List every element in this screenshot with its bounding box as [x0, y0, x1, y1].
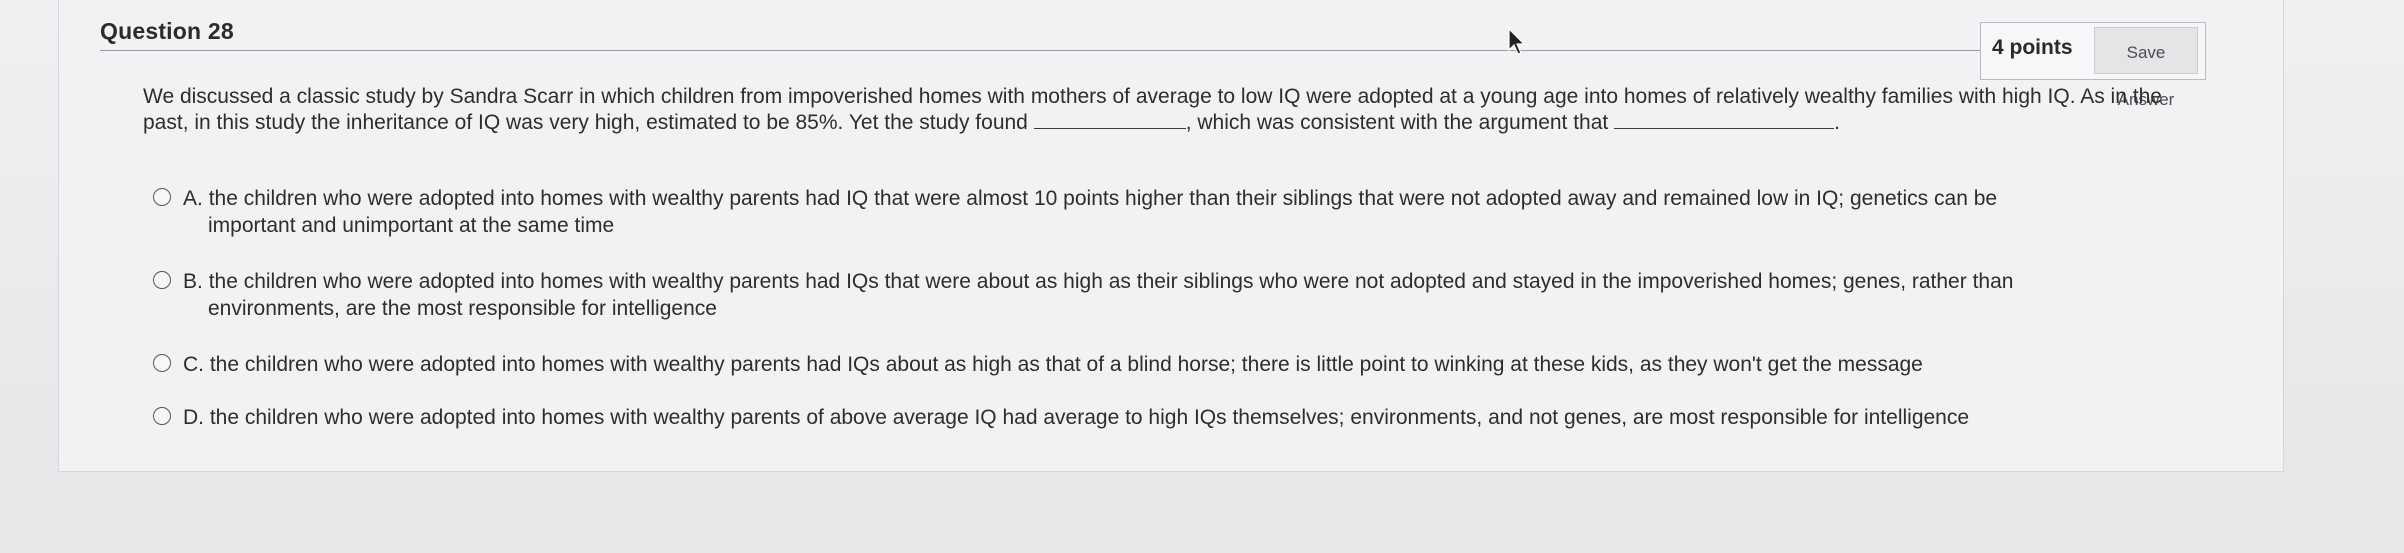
choice-line-1: the children who were adopted into homes…: [209, 406, 1970, 429]
prompt-text-part2: , which was consistent with the argument…: [1185, 111, 1615, 134]
choice-text: B. the children who were adopted into ho…: [183, 268, 2173, 322]
choice-text: C. the children who were adopted into ho…: [183, 351, 2173, 378]
radio-unselected-icon[interactable]: [153, 188, 171, 206]
save-answer-button[interactable]: Save Answer: [2094, 27, 2198, 109]
choice-line-1: the children who were adopted into homes…: [208, 187, 1998, 210]
mouse-pointer-icon: [1508, 28, 1526, 55]
lower-panel: [0, 472, 2404, 553]
choice-line-1: the children who were adopted into homes…: [209, 353, 1923, 376]
radio-unselected-icon[interactable]: [153, 271, 171, 289]
question-prompt: We discussed a classic study by Sandra S…: [143, 84, 2203, 136]
choice-letter: C.: [183, 353, 204, 376]
choice-text: A. the children who were adopted into ho…: [183, 185, 2173, 239]
blank-2: [1614, 110, 1835, 129]
choice-line-2: environments, are the most responsible f…: [208, 297, 717, 320]
blank-1: [1033, 110, 1186, 129]
choice-a[interactable]: A. the children who were adopted into ho…: [153, 185, 2173, 239]
question-title: Question 28: [100, 18, 234, 44]
choice-text: D. the children who were adopted into ho…: [183, 404, 2173, 431]
choice-line-2: important and unimportant at the same ti…: [208, 214, 615, 237]
points-label: 4 points: [1992, 36, 2073, 59]
choice-letter: B.: [183, 270, 203, 293]
choice-d[interactable]: D. the children who were adopted into ho…: [153, 404, 2173, 431]
header-divider: [100, 50, 1980, 51]
radio-unselected-icon[interactable]: [153, 354, 171, 372]
choice-letter: A.: [183, 187, 203, 210]
choice-line-1: the children who were adopted into homes…: [208, 270, 2014, 293]
choice-b[interactable]: B. the children who were adopted into ho…: [153, 268, 2173, 322]
choice-letter: D.: [183, 406, 204, 429]
radio-unselected-icon[interactable]: [153, 407, 171, 425]
choice-c[interactable]: C. the children who were adopted into ho…: [153, 351, 2173, 378]
prompt-text-part3: .: [1834, 111, 1840, 134]
